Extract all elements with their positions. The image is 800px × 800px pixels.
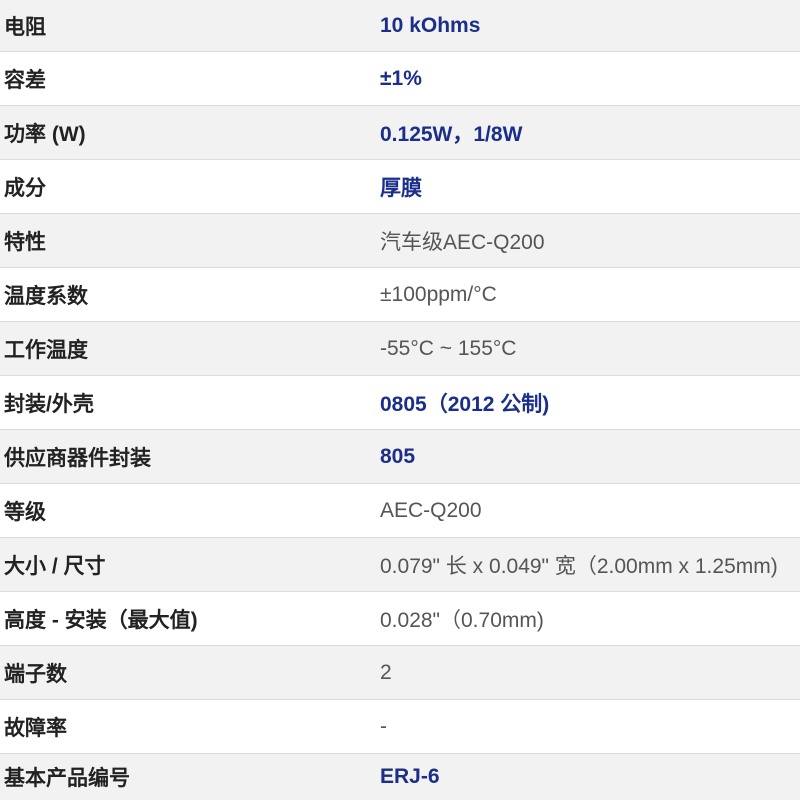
spec-value: - (380, 714, 387, 738)
spec-row-height-seated: 高度 - 安装（最大值) 0.028"（0.70mm) (0, 592, 800, 646)
spec-row-power: 功率 (W) 0.125W，1/8W (0, 106, 800, 160)
spec-value: AEC-Q200 (380, 498, 482, 522)
spec-row-supplier-package: 供应商器件封装 805 (0, 430, 800, 484)
spec-value-link[interactable]: 805 (380, 445, 800, 469)
spec-row-grade: 等级 AEC-Q200 (0, 484, 800, 538)
spec-label: 工作温度 (4, 338, 88, 362)
spec-row-terminations: 端子数 2 (0, 646, 800, 700)
spec-label: 基本产品编号 (4, 767, 130, 790)
spec-label: 端子数 (4, 662, 67, 686)
spec-label: 封装/外壳 (4, 392, 94, 416)
spec-value: 汽车级AEC-Q200 (380, 230, 545, 254)
spec-label: 电阻 (4, 15, 46, 39)
spec-value: ±100ppm/°C (380, 282, 497, 306)
spec-row-base-part-number: 基本产品编号 ERJ-6 (0, 754, 800, 800)
spec-row-package-case: 封装/外壳 0805（2012 公制) (0, 376, 800, 430)
spec-row-temp-coefficient: 温度系数 ±100ppm/°C (0, 268, 800, 322)
spec-value: 0.079" 长 x 0.049" 宽（2.00mm x 1.25mm) (380, 554, 778, 578)
spec-value-link[interactable]: 10 kOhms (380, 14, 800, 38)
spec-value-link[interactable]: 0805（2012 公制) (380, 388, 800, 418)
spec-value-link[interactable]: 0.125W，1/8W (380, 118, 800, 148)
spec-value-link[interactable]: 厚膜 (380, 172, 800, 202)
spec-label: 大小 / 尺寸 (4, 554, 106, 578)
spec-label: 供应商器件封装 (4, 446, 151, 470)
spec-row-composition: 成分 厚膜 (0, 160, 800, 214)
spec-label: 高度 - 安装（最大值) (4, 608, 198, 632)
spec-row-features: 特性 汽车级AEC-Q200 (0, 214, 800, 268)
spec-label: 特性 (4, 230, 46, 254)
spec-row-failure-rate: 故障率 - (0, 700, 800, 754)
spec-row-tolerance: 容差 ±1% (0, 52, 800, 106)
spec-row-operating-temp: 工作温度 -55°C ~ 155°C (0, 322, 800, 376)
spec-label: 温度系数 (4, 284, 88, 308)
spec-value: -55°C ~ 155°C (380, 336, 517, 360)
spec-row-size-dimension: 大小 / 尺寸 0.079" 长 x 0.049" 宽（2.00mm x 1.2… (0, 538, 800, 592)
spec-value-link[interactable]: ERJ-6 (380, 765, 800, 789)
spec-table: 电阻 10 kOhms 容差 ±1% 功率 (W) 0.125W，1/8W 成分… (0, 0, 800, 800)
spec-label: 等级 (4, 500, 46, 524)
spec-label: 故障率 (4, 716, 67, 740)
spec-value-link[interactable]: ±1% (380, 67, 800, 91)
spec-row-resistance: 电阻 10 kOhms (0, 0, 800, 52)
spec-value: 2 (380, 660, 392, 684)
spec-value: 0.028"（0.70mm) (380, 608, 544, 632)
spec-label: 功率 (W) (4, 122, 86, 146)
spec-label: 容差 (4, 68, 46, 92)
spec-label: 成分 (4, 176, 46, 200)
